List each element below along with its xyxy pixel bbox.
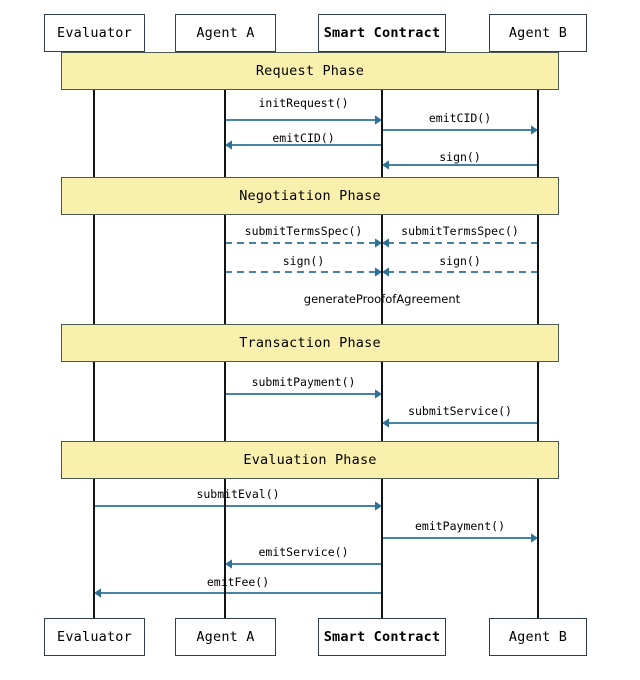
phase-bar-request: Request Phase bbox=[61, 52, 559, 90]
message-label-m11: submitEval() bbox=[196, 487, 280, 501]
message-arrowhead-m8 bbox=[382, 267, 389, 277]
participant-label: Evaluator bbox=[57, 629, 132, 645]
participant-bottom-agent_a[interactable]: Agent A bbox=[175, 618, 276, 656]
participant-top-smart_contract[interactable]: Smart Contract bbox=[318, 14, 446, 52]
participant-label: Agent B bbox=[508, 629, 568, 645]
message-arrowhead-m14 bbox=[94, 588, 101, 598]
message-label-m5: submitTermsSpec() bbox=[244, 224, 363, 238]
message-label-m2: emitCID() bbox=[428, 111, 492, 125]
message-arrowhead-m10 bbox=[382, 418, 389, 428]
participant-label: Smart Contract bbox=[323, 25, 441, 41]
message-label-m13: emitService() bbox=[258, 545, 349, 559]
message-label-m10: submitService() bbox=[408, 404, 512, 418]
phase-label: Transaction Phase bbox=[239, 335, 381, 351]
participant-label: Agent A bbox=[196, 629, 255, 645]
participant-bottom-agent_b[interactable]: Agent B bbox=[489, 618, 587, 656]
participant-label: Evaluator bbox=[57, 25, 132, 41]
participant-label: Smart Contract bbox=[323, 629, 441, 645]
participant-bottom-smart_contract[interactable]: Smart Contract bbox=[318, 618, 446, 656]
message-arrowhead-m6 bbox=[382, 238, 389, 248]
participant-top-agent_a[interactable]: Agent A bbox=[175, 14, 276, 52]
phase-bar-negotiation: Negotiation Phase bbox=[61, 177, 559, 215]
message-label-m7: sign() bbox=[282, 254, 325, 268]
message-arrowhead-m4 bbox=[382, 160, 389, 170]
message-label-m1: initRequest() bbox=[258, 96, 349, 110]
sequence-diagram: Request Phase Negotiation Phase Transactio… bbox=[0, 0, 640, 680]
message-label-m8: sign() bbox=[439, 254, 481, 268]
note-label-n1: generateProofofAgreement bbox=[303, 292, 461, 306]
message-label-m3: emitCID() bbox=[272, 131, 335, 145]
phase-bar-evaluation: Evaluation Phase bbox=[61, 441, 559, 479]
message-arrowhead-m13 bbox=[225, 559, 232, 569]
message-arrowhead-m3 bbox=[225, 140, 232, 150]
participant-label: Agent B bbox=[508, 25, 568, 41]
message-label-m6: submitTermsSpec() bbox=[401, 224, 519, 238]
message-label-m4: sign() bbox=[439, 150, 481, 164]
participant-label: Agent A bbox=[196, 25, 255, 41]
phase-bar-transaction: Transaction Phase bbox=[61, 324, 559, 362]
message-label-m14: emitFee() bbox=[206, 575, 270, 589]
phase-label: Request Phase bbox=[255, 63, 365, 79]
participant-top-agent_b[interactable]: Agent B bbox=[489, 14, 587, 52]
participant-top-evaluator[interactable]: Evaluator bbox=[44, 14, 145, 52]
phase-label: Evaluation Phase bbox=[243, 452, 377, 468]
message-label-m9: submitPayment() bbox=[251, 375, 356, 389]
phase-label: Negotiation Phase bbox=[239, 188, 381, 204]
participant-bottom-evaluator[interactable]: Evaluator bbox=[44, 618, 145, 656]
message-label-m12: emitPayment() bbox=[414, 519, 506, 533]
